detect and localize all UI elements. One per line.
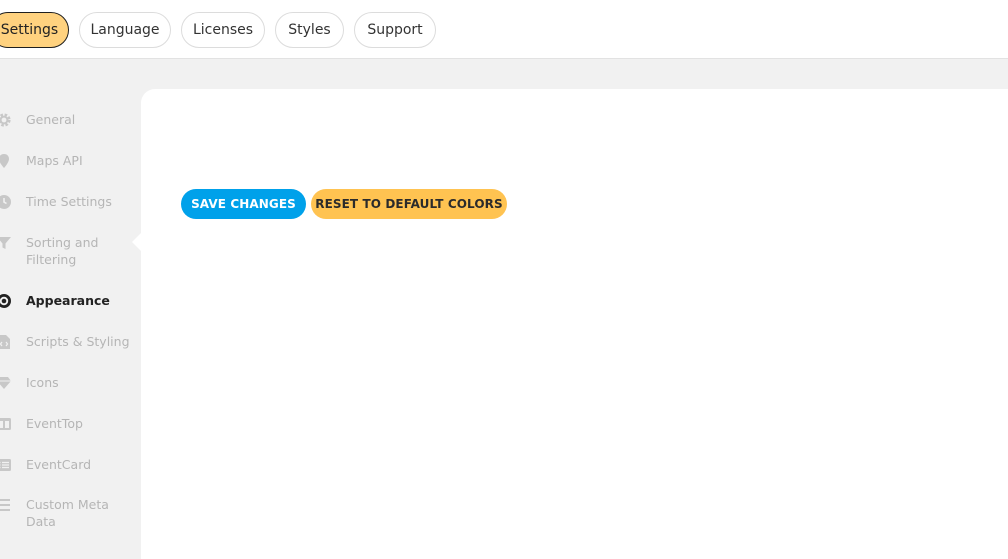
tab-styles[interactable]: Styles	[275, 12, 344, 48]
active-item-pointer	[132, 233, 141, 251]
clock-icon	[0, 194, 12, 210]
top-tab-bar: Settings Language Licenses Styles Suppor…	[0, 0, 1008, 59]
sidebar-item-label: Scripts & Styling	[26, 334, 130, 349]
filter-icon	[0, 235, 12, 251]
sidebar-item-label: General	[26, 112, 76, 127]
columns-icon	[0, 416, 12, 432]
sidebar-item-label: Appearance	[26, 293, 110, 308]
list-card-icon	[0, 457, 12, 473]
reset-default-colors-button[interactable]: RESET TO DEFAULT COLORS	[311, 189, 507, 219]
appearance-panel: SAVE CHANGES RESET TO DEFAULT COLORS	[141, 89, 1008, 559]
sidebar-item-label: Sorting and Filtering	[26, 235, 99, 267]
sidebar-item-label: Icons	[26, 375, 59, 390]
tab-support[interactable]: Support	[354, 12, 436, 48]
sidebar-item-label: Custom Meta Data	[26, 497, 109, 529]
gem-icon	[0, 375, 12, 391]
tab-language[interactable]: Language	[79, 12, 171, 48]
gear-icon	[0, 112, 12, 128]
sidebar-item-label: Maps API	[26, 153, 83, 168]
eye-icon	[0, 293, 12, 309]
tab-licenses[interactable]: Licenses	[181, 12, 265, 48]
sidebar-item-label: EventCard	[26, 457, 92, 472]
file-code-icon	[0, 334, 12, 350]
sidebar-item-label: Time Settings	[26, 194, 112, 209]
settings-sidebar: General Maps API Time Settings Sorting a…	[0, 59, 141, 542]
sidebar-item-label: EventTop	[26, 416, 83, 431]
tab-settings[interactable]: Settings	[0, 12, 69, 48]
map-pin-icon	[0, 153, 12, 169]
save-changes-button[interactable]: SAVE CHANGES	[181, 189, 306, 219]
lines-icon	[0, 497, 12, 513]
